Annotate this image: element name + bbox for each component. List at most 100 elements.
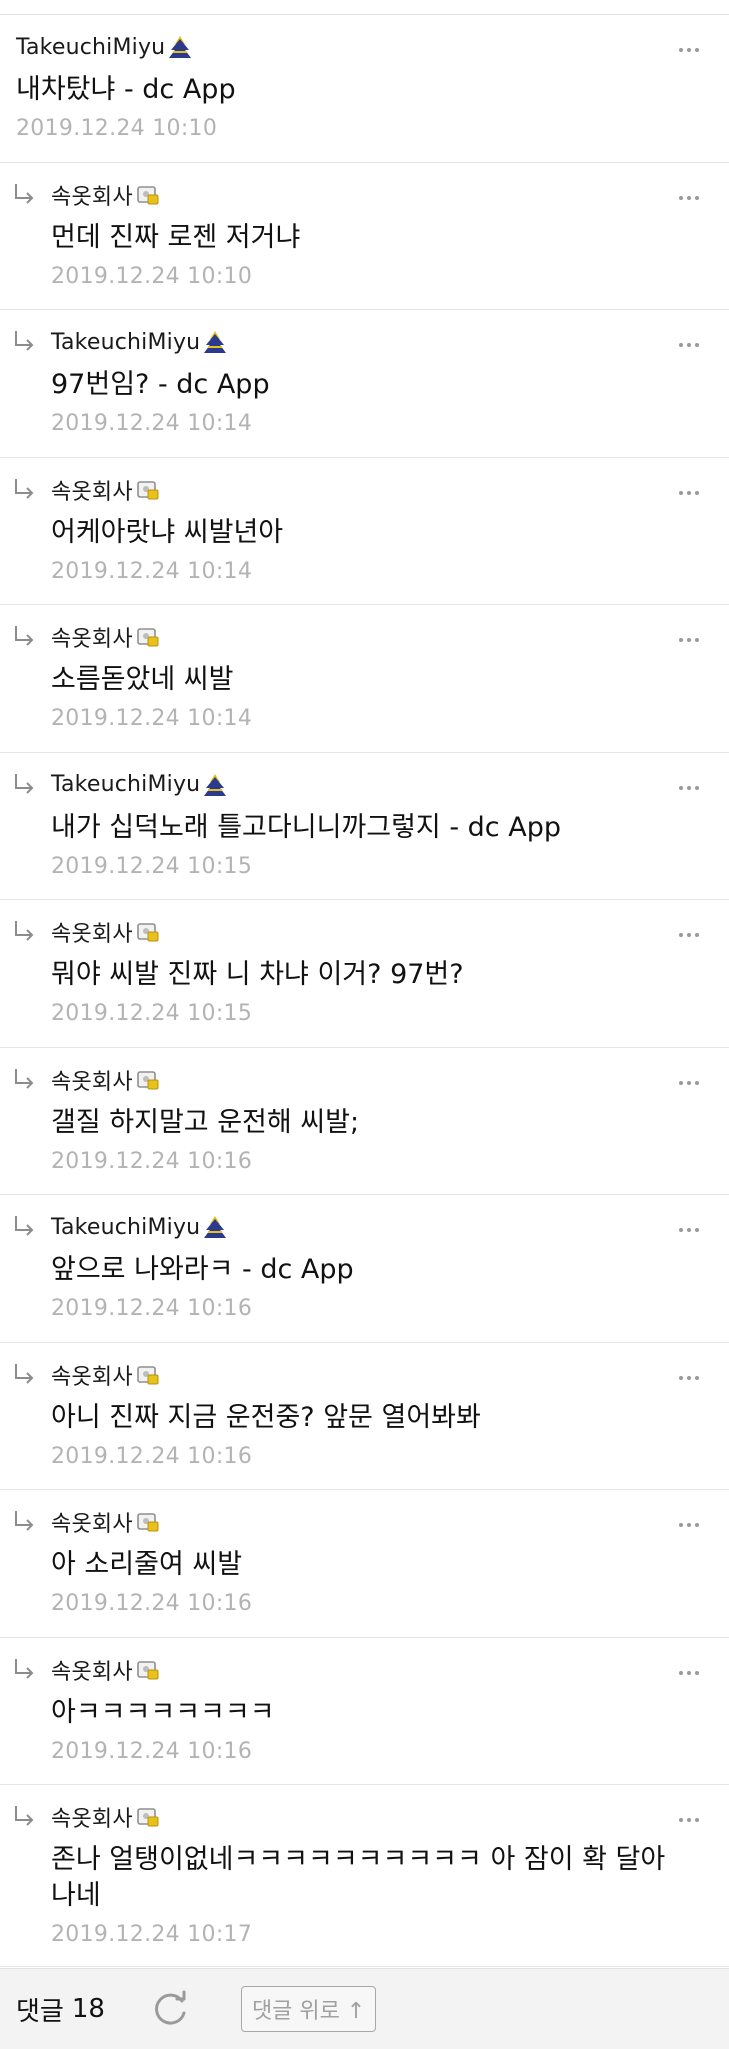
comment-timestamp: 2019.12.24 10:10 bbox=[51, 263, 253, 289]
reply-arrow-icon bbox=[15, 773, 34, 794]
reply-arrow-icon bbox=[15, 1068, 34, 1089]
comment-author-row: TakeuchiMiyu bbox=[51, 770, 689, 800]
comment-timestamp: 2019.12.24 10:14 bbox=[51, 706, 253, 731]
gallery-member-icon bbox=[204, 773, 227, 796]
more-options-icon[interactable] bbox=[679, 775, 703, 790]
comment-author[interactable]: TakeuchiMiyu bbox=[51, 330, 200, 355]
comment-text: 어케아랏냐 씨발년아 bbox=[51, 516, 284, 548]
reply-arrow-icon bbox=[15, 478, 34, 499]
comment-author[interactable]: TakeuchiMiyu bbox=[51, 1215, 200, 1240]
comment-timestamp: 2019.12.24 10:15 bbox=[51, 853, 253, 879]
reply-comment: 속옷회사어케아랏냐 씨발년아 2019.12.24 10:14 bbox=[0, 458, 729, 605]
reply-comment: 속옷회사소름돋았네 씨발 2019.12.24 10:14 bbox=[0, 605, 729, 753]
comment-text: 아ㅋㅋㅋㅋㅋㅋㅋㅋ bbox=[51, 1696, 275, 1728]
comment-author-row: TakeuchiMiyu bbox=[51, 327, 689, 357]
comment-author-row: 속옷회사 bbox=[51, 180, 689, 210]
comment-author-row: 속옷회사 bbox=[51, 1507, 689, 1537]
comment-author[interactable]: 속옷회사 bbox=[51, 1801, 133, 1833]
reply-comment: 속옷회사 아니 진짜 지금 운전중? 앞문 열어봐봐 2019.12.24 10:1… bbox=[0, 1343, 729, 1490]
fixed-nickname-icon bbox=[136, 923, 159, 942]
comment-author-row: 속옷회사 bbox=[51, 1360, 689, 1390]
fixed-nickname-icon bbox=[136, 1365, 159, 1384]
reply-arrow-icon bbox=[15, 626, 34, 646]
comment-author[interactable]: 속옷회사 bbox=[51, 474, 133, 506]
comment-author-row: 속옷회사 bbox=[51, 622, 689, 652]
refresh-icon[interactable] bbox=[149, 1987, 193, 2031]
reply-comment: TakeuchiMiyu 97번임? - dc App 2019.12.24 10:… bbox=[0, 310, 729, 458]
fixed-nickname-icon bbox=[136, 628, 159, 647]
comment-text: 내차탔냐 - dc App bbox=[16, 74, 236, 105]
more-options-icon[interactable] bbox=[679, 1365, 703, 1380]
gallery-member-icon bbox=[204, 331, 227, 353]
comment-author[interactable]: 속옷회사 bbox=[51, 1506, 133, 1538]
reply-comment: 속옷회사아 소리줄여 씨발 2019.12.24 10:16 bbox=[0, 1490, 729, 1638]
comment-author-row: 속옷회사 bbox=[51, 1655, 689, 1685]
reply-arrow-icon bbox=[15, 1363, 34, 1384]
comment-text: 아 소리줄여 씨발 bbox=[51, 1549, 243, 1580]
comment-timestamp: 2019.12.24 10:15 bbox=[51, 1001, 253, 1026]
fixed-nickname-icon bbox=[136, 1808, 159, 1827]
comment-text: 아니 진짜 지금 운전중? 앞문 열어봐봐 bbox=[51, 1401, 481, 1433]
fixed-nickname-icon bbox=[136, 1660, 159, 1679]
comment-timestamp: 2019.12.24 10:16 bbox=[51, 1738, 253, 1764]
more-options-icon[interactable] bbox=[679, 1512, 703, 1527]
comment-text: 뭐야 씨발 진짜 니 차냐 이거? 97번? bbox=[51, 959, 464, 990]
comment-footer-bar: 댓글 18 댓글 위로 ↑ bbox=[0, 1968, 729, 2049]
gallery-member-icon bbox=[204, 1216, 227, 1238]
comment-author[interactable]: 속옷회사 bbox=[51, 916, 133, 948]
reply-comment: 속옷회사 존나 얼탱이없네ㅋㅋㅋㅋㅋㅋㅋㅋㅋㅋ 아 잠이 확 달아나네 2019.1… bbox=[0, 1785, 729, 1967]
comment-text: 갤질 하지말고 운전해 씨발; bbox=[51, 1106, 360, 1138]
gallery-member-icon bbox=[169, 36, 192, 58]
more-options-icon[interactable] bbox=[679, 1807, 703, 1822]
comment-author-row: 속옷회사 bbox=[51, 917, 689, 947]
comment-timestamp: 2019.12.24 10:16 bbox=[51, 1148, 253, 1174]
more-options-icon[interactable] bbox=[679, 480, 703, 495]
fixed-nickname-icon bbox=[136, 480, 159, 499]
more-options-icon[interactable] bbox=[679, 1070, 703, 1085]
comment-author[interactable]: TakeuchiMiyu bbox=[16, 35, 165, 60]
more-options-icon[interactable] bbox=[679, 332, 703, 347]
comment-author-row: 속옷회사 bbox=[51, 475, 689, 505]
reply-arrow-icon bbox=[15, 1511, 34, 1531]
comment-text: 먼데 진짜 로젠 저거냐 bbox=[51, 221, 301, 253]
top-divider bbox=[0, 0, 729, 15]
comment-author[interactable]: 속옷회사 bbox=[51, 1654, 133, 1686]
comment-author-row: 속옷회사 bbox=[51, 1802, 689, 1832]
comment-author-row: 속옷회사 bbox=[51, 1065, 689, 1095]
comment-author[interactable]: 속옷회사 bbox=[51, 179, 133, 211]
comment-author[interactable]: TakeuchiMiyu bbox=[51, 772, 200, 797]
comment-text: 97번임? - dc App bbox=[51, 369, 270, 400]
reply-arrow-icon bbox=[15, 1658, 34, 1679]
more-options-icon[interactable] bbox=[679, 922, 703, 937]
more-options-icon[interactable] bbox=[679, 1217, 703, 1232]
comment-text: 앞으로 나와라ㅋ - dc App bbox=[51, 1254, 354, 1285]
comment-author[interactable]: 속옷회사 bbox=[51, 1359, 133, 1391]
reply-arrow-icon bbox=[15, 1806, 34, 1826]
comment-timestamp: 2019.12.24 10:16 bbox=[51, 1591, 253, 1616]
reply-arrow-icon bbox=[15, 183, 34, 204]
scroll-to-comments-top-button[interactable]: 댓글 위로 ↑ bbox=[240, 1986, 377, 2032]
comment-list: TakeuchiMiyu 내차탔냐 - dc App 2019.12.24 10:1… bbox=[0, 15, 729, 1967]
fixed-nickname-icon bbox=[136, 185, 159, 204]
comment-timestamp: 2019.12.24 10:14 bbox=[51, 558, 253, 584]
comment-text: 내가 십덕노래 틀고다니니까그렇지 - dc App bbox=[51, 811, 561, 843]
comment: TakeuchiMiyu 내차탔냐 - dc App 2019.12.24 10:1… bbox=[0, 15, 729, 163]
reply-comment: 속옷회사뭐야 씨발 진짜 니 차냐 이거? 97번? 2019.12.24 10:… bbox=[0, 900, 729, 1048]
comment-timestamp: 2019.12.24 10:10 bbox=[16, 116, 218, 141]
comment-timestamp: 2019.12.24 10:14 bbox=[51, 411, 253, 436]
comment-author[interactable]: 속옷회사 bbox=[51, 621, 133, 653]
reply-arrow-icon bbox=[15, 331, 34, 351]
more-options-icon[interactable] bbox=[679, 185, 703, 200]
more-options-icon[interactable] bbox=[679, 37, 703, 52]
comment-text: 소름돋았네 씨발 bbox=[51, 664, 234, 695]
fixed-nickname-icon bbox=[136, 1070, 159, 1089]
more-options-icon[interactable] bbox=[679, 1660, 703, 1675]
more-options-icon[interactable] bbox=[679, 627, 703, 642]
comment-author-row: TakeuchiMiyu bbox=[16, 32, 689, 62]
comment-text: 존나 얼탱이없네ㅋㅋㅋㅋㅋㅋㅋㅋㅋㅋ 아 잠이 확 달아나네 bbox=[51, 1844, 666, 1911]
comment-count: 18 bbox=[71, 1994, 105, 2024]
comment-author[interactable]: 속옷회사 bbox=[51, 1064, 133, 1096]
reply-arrow-icon bbox=[15, 921, 34, 941]
comment-author-row: TakeuchiMiyu bbox=[51, 1212, 689, 1242]
comment-count-label: 댓글 bbox=[16, 1996, 64, 2027]
